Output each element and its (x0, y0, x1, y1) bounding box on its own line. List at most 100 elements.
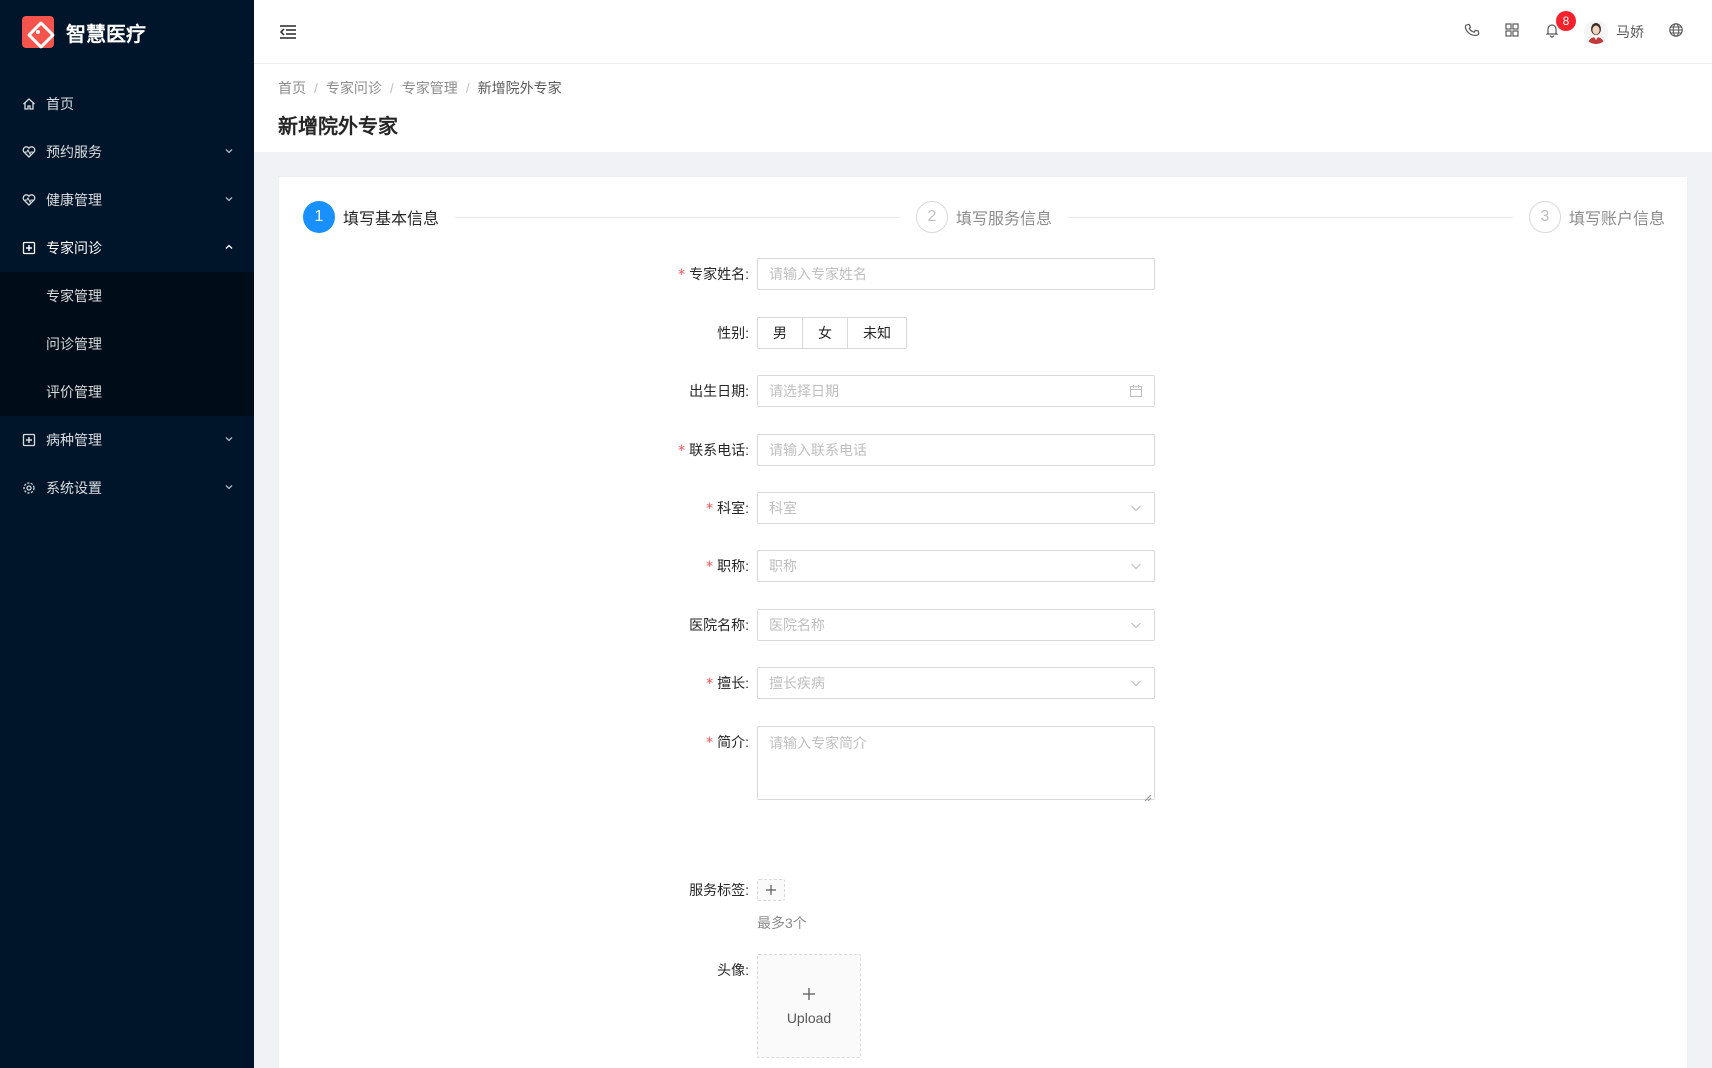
form-row-gender: 性别: 男 女 未知 (279, 317, 1689, 349)
form-control: 请输入专家姓名 (757, 258, 1155, 291)
label-text: 出生日期 (689, 383, 746, 399)
upload-label: Upload (786, 1010, 832, 1026)
step-connector (1068, 216, 1513, 218)
required-mark: * (706, 735, 714, 751)
heart-icon (22, 145, 36, 159)
form-control: 请选择日期 (757, 375, 1155, 407)
intro-textarea[interactable]: 请输入专家简介 (757, 726, 1155, 802)
globe-icon (1668, 22, 1684, 41)
language-button[interactable] (1656, 0, 1696, 64)
sidebar-item-label: 健康管理 (46, 192, 102, 208)
label-text: 简介 (717, 734, 746, 750)
sidebar-menu: 首页 预约服务 健康管理 专家问诊 专家管理 问诊管理 评价管理 病种管理 系统… (0, 80, 254, 512)
expert-name-input[interactable]: 请输入专家姓名 (757, 258, 1155, 290)
form-row-specialty: * 擅长: 擅长疾病 (279, 667, 1689, 700)
notification-button[interactable]: 8 (1532, 0, 1576, 64)
breadcrumb-item[interactable]: 专家问诊 (326, 78, 382, 98)
form-label: * 职称: (706, 558, 749, 575)
avatar (1584, 19, 1608, 44)
logo-icon (22, 16, 54, 48)
form-row-tags: 服务标签: 最多3个 (279, 874, 1689, 933)
specialty-select[interactable]: 擅长疾病 (757, 667, 1155, 699)
gender-unknown-radio[interactable]: 未知 (847, 317, 907, 349)
steps: 1 填写基本信息 2 填写服务信息 3 填写账户信息 (303, 201, 1665, 233)
form-row-avatar: 头像: Upload (279, 954, 1689, 1058)
step-3: 3 填写账户信息 (1529, 201, 1665, 233)
breadcrumb-separator: / (389, 80, 394, 96)
resize-handle-icon[interactable] (1144, 789, 1152, 802)
label-text: 性别 (717, 325, 746, 341)
step-number: 1 (303, 201, 335, 233)
add-tag-button[interactable] (757, 879, 785, 901)
tags-help-text: 最多3个 (757, 915, 807, 931)
sidebar-item-health[interactable]: 健康管理 (0, 176, 254, 224)
apps-grid-icon (1504, 22, 1520, 41)
avatar-upload[interactable]: Upload (757, 954, 861, 1058)
user-name: 马娇 (1616, 23, 1644, 40)
form-card: 1 填写基本信息 2 填写服务信息 3 填写账户信息 * 专家姓名: 请输入专家姓… (278, 176, 1688, 1068)
form-control: 请输入专家简介 (757, 726, 1155, 802)
form-label: 医院名称: (689, 617, 749, 633)
sidebar-item-expert-manage[interactable]: 专家管理 (0, 272, 254, 320)
phone-input[interactable]: 请输入联系电话 (757, 434, 1155, 466)
breadcrumb-current: 新增院外专家 (477, 80, 562, 96)
step-2: 2 填写服务信息 (916, 201, 1052, 233)
sidebar-item-appointment[interactable]: 预约服务 (0, 128, 254, 176)
menu-fold-icon[interactable] (278, 24, 298, 40)
chevron-down-icon (1129, 618, 1143, 632)
sidebar-item-label: 病种管理 (46, 432, 102, 448)
department-select[interactable]: 科室 (757, 492, 1155, 524)
step-title: 填写服务信息 (956, 211, 1053, 228)
top-header: 8 马娇 (254, 0, 1712, 64)
gear-icon (22, 481, 36, 495)
form-row-hospital: 医院名称: 医院名称 (279, 609, 1689, 641)
sidebar-item-settings[interactable]: 系统设置 (0, 464, 254, 512)
form-control: 科室 (757, 492, 1155, 525)
form-control: Upload (757, 954, 1155, 1058)
user-menu[interactable]: 马娇 (1572, 0, 1656, 64)
sidebar-item-expert-consult[interactable]: 专家问诊 (0, 224, 254, 272)
home-icon (22, 97, 36, 111)
hospital-select[interactable]: 医院名称 (757, 609, 1155, 641)
form-row-phone: * 联系电话: 请输入联系电话 (279, 434, 1689, 467)
apps-button[interactable] (1492, 0, 1532, 64)
sidebar-item-label: 评价管理 (46, 384, 102, 400)
label-text: 头像 (717, 962, 746, 978)
birth-date-picker[interactable]: 请选择日期 (757, 375, 1155, 407)
sidebar-item-consult-manage[interactable]: 问诊管理 (0, 320, 254, 368)
placeholder: 科室 (769, 500, 797, 516)
medical-plus-icon (22, 241, 36, 255)
sidebar: 智慧医疗 首页 预约服务 健康管理 专家问诊 专家管理 问诊管理 评价管理 病种… (0, 0, 254, 1068)
chevron-down-icon (1129, 501, 1143, 515)
phone-button[interactable] (1452, 0, 1492, 64)
step-title: 填写基本信息 (343, 211, 440, 228)
step-title: 填写账户信息 (1569, 211, 1666, 228)
medical-plus-icon (22, 433, 36, 447)
sidebar-item-label: 首页 (46, 96, 74, 112)
gender-female-radio[interactable]: 女 (802, 317, 848, 349)
label-text: 科室 (717, 500, 746, 516)
logo[interactable]: 智慧医疗 (0, 0, 254, 64)
breadcrumb-item[interactable]: 首页 (278, 78, 306, 98)
sidebar-item-review-manage[interactable]: 评价管理 (0, 368, 254, 416)
form-label: * 专家姓名: (678, 266, 749, 283)
breadcrumb-item[interactable]: 专家管理 (402, 78, 458, 98)
sidebar-item-home[interactable]: 首页 (0, 80, 254, 128)
label-text: 擅长 (717, 675, 746, 691)
required-mark: * (706, 559, 714, 575)
chevron-down-icon (224, 194, 234, 207)
job-title-select[interactable]: 职称 (757, 550, 1155, 582)
sidebar-item-disease[interactable]: 病种管理 (0, 416, 254, 464)
phone-icon (1464, 22, 1480, 41)
gender-male-radio[interactable]: 男 (757, 317, 803, 349)
chevron-up-icon (224, 242, 234, 255)
placeholder: 职称 (769, 558, 797, 574)
placeholder: 擅长疾病 (769, 675, 825, 691)
placeholder: 请输入专家简介 (769, 735, 867, 751)
form-row-dept: * 科室: 科室 (279, 492, 1689, 525)
form-row-name: * 专家姓名: 请输入专家姓名 (279, 258, 1689, 291)
gender-radio-group: 男 女 未知 (757, 317, 1155, 349)
sidebar-item-label: 预约服务 (46, 144, 102, 160)
form-control: 职称 (757, 550, 1155, 583)
breadcrumb-separator: / (314, 80, 318, 96)
